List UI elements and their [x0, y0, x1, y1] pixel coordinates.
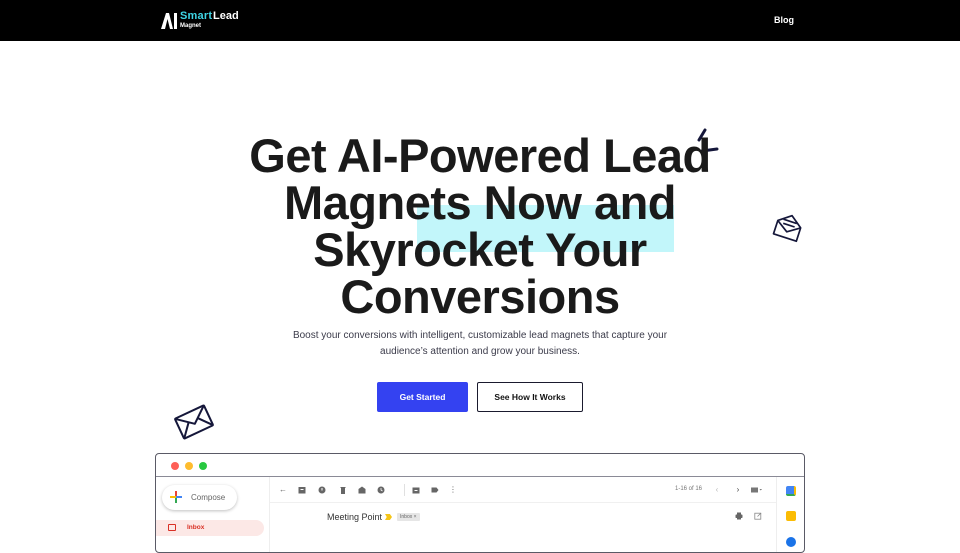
email-main: ← ⋮ 1-16 of 16 ‹ › Meeting Point Inbox ×	[270, 477, 776, 552]
next-page-icon[interactable]: ›	[734, 486, 742, 494]
compose-button[interactable]: Compose	[162, 485, 237, 510]
calendar-icon[interactable]	[786, 486, 796, 496]
window-minimize-dot	[185, 462, 193, 470]
nav-link-blog[interactable]: Blog	[774, 15, 794, 25]
get-started-button[interactable]: Get Started	[377, 382, 468, 412]
move-to-icon[interactable]	[412, 486, 420, 494]
ai-logo-icon	[161, 13, 177, 29]
email-sidebar: Compose Inbox	[156, 477, 270, 552]
window-close-dot	[171, 462, 179, 470]
keep-icon[interactable]	[786, 511, 796, 521]
print-icon[interactable]	[735, 512, 743, 520]
logo-lead-text: Lead	[213, 10, 239, 22]
compose-label: Compose	[191, 493, 226, 502]
envelope-icon	[174, 404, 214, 440]
prev-page-icon[interactable]: ‹	[713, 486, 721, 494]
tasks-icon[interactable]	[786, 537, 796, 547]
label-icon[interactable]	[431, 486, 439, 494]
hero-title: Get AI-Powered Lead Magnets Now and Skyr…	[249, 129, 711, 323]
top-nav: Smart Lead Magnet Blog	[0, 0, 960, 41]
see-how-it-works-button[interactable]: See How It Works	[477, 382, 583, 412]
email-app-preview: Compose Inbox ← ⋮ 1-16 of 16 ‹ › Meeting…	[155, 453, 805, 553]
input-tools-icon[interactable]	[751, 486, 763, 494]
importance-marker-icon[interactable]	[385, 514, 392, 520]
email-toolbar: ← ⋮ 1-16 of 16 ‹ ›	[270, 477, 776, 503]
email-subject-row: Meeting Point Inbox ×	[270, 503, 776, 529]
report-spam-icon[interactable]	[318, 486, 326, 494]
more-vert-icon[interactable]: ⋮	[449, 486, 457, 494]
window-maximize-dot	[199, 462, 207, 470]
snooze-icon[interactable]	[377, 486, 385, 494]
window-titlebar	[156, 454, 804, 477]
logo[interactable]: Smart Lead Magnet	[160, 9, 240, 33]
toolbar-divider	[404, 484, 405, 496]
logo-magnet-text: Magnet	[180, 23, 201, 29]
pagination-text: 1-16 of 16	[675, 486, 703, 492]
mark-unread-icon[interactable]	[358, 486, 366, 494]
side-apps-panel	[776, 477, 804, 552]
sidebar-item-inbox[interactable]: Inbox	[156, 520, 264, 536]
sidebar-item-label: Inbox	[187, 524, 205, 531]
inbox-icon	[168, 524, 176, 531]
open-new-window-icon[interactable]	[754, 512, 762, 520]
open-envelope-icon	[772, 214, 802, 243]
back-arrow-icon[interactable]: ←	[279, 486, 287, 494]
hero-subtitle: Boost your conversions with intelligent,…	[292, 330, 668, 357]
logo-smart-text: Smart	[180, 10, 213, 22]
plus-icon	[170, 491, 182, 503]
inbox-label-chip[interactable]: Inbox ×	[397, 513, 420, 521]
archive-icon[interactable]	[298, 486, 306, 494]
delete-icon[interactable]	[339, 486, 347, 494]
email-subject: Meeting Point	[327, 512, 383, 522]
